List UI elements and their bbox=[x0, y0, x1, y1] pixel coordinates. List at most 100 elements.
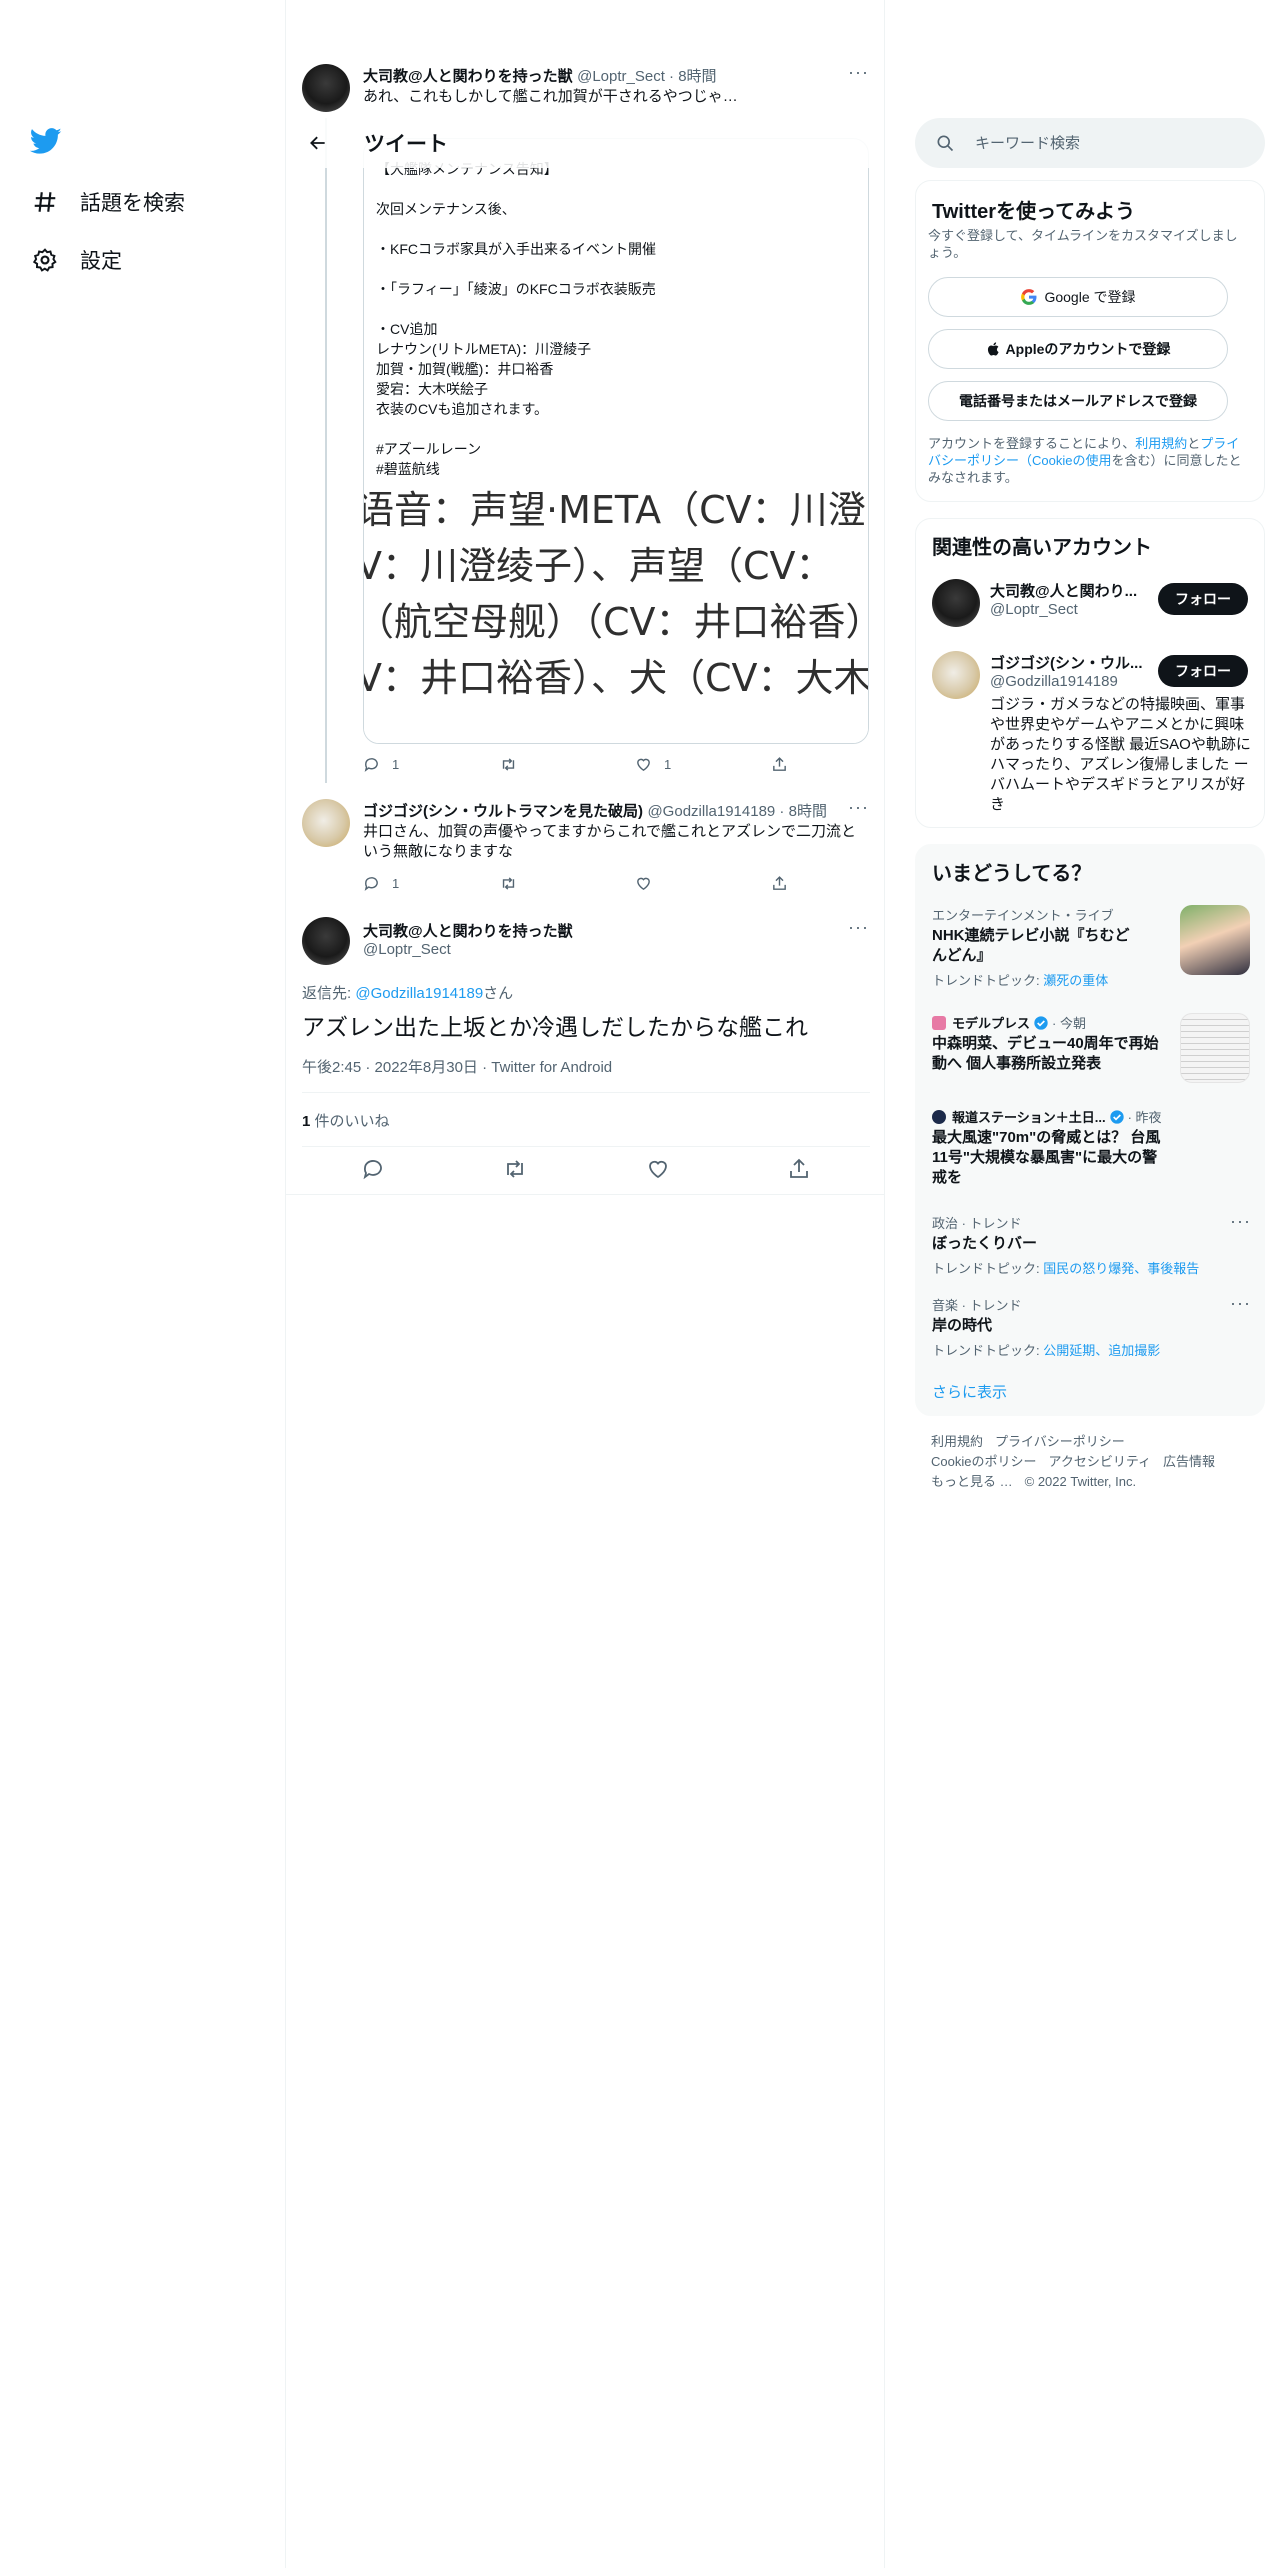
reply-button[interactable]: 1 bbox=[363, 875, 499, 892]
more-icon[interactable]: ··· bbox=[848, 62, 869, 83]
related-name[interactable]: 大司教@人と関わり... bbox=[990, 580, 1137, 601]
trend-topic: トレンドトピック: 瀬死の重体 bbox=[932, 970, 1142, 989]
trend-source-line: 報道ステーション＋土日... · 昨夜 bbox=[932, 1107, 1172, 1126]
likes-summary[interactable]: 1 件のいいね bbox=[302, 1110, 390, 1131]
search-box[interactable] bbox=[915, 118, 1265, 168]
trend-topic: トレンドトピック: 公開延期、追加撮影 bbox=[932, 1340, 1250, 1359]
parent-tweet-actions: 1 1 bbox=[363, 756, 811, 773]
trend-thumbnail[interactable] bbox=[1180, 1013, 1250, 1083]
trend-name: 最大風速"70m"の脅威とは？ 台風11号"大規模な暴風害"に最大の警戒を bbox=[932, 1129, 1161, 1186]
footer-link[interactable]: もっと見る … bbox=[931, 1474, 1013, 1489]
search-input[interactable] bbox=[975, 134, 1245, 152]
heart-icon bbox=[637, 877, 650, 891]
reply-author-name[interactable]: ゴジゴジ(シン・ウルトラマンを見た破局) bbox=[363, 803, 643, 820]
reply-button[interactable] bbox=[361, 1157, 385, 1186]
footer-link[interactable]: 広告情報 bbox=[1163, 1454, 1215, 1469]
trend-name: NHK連続テレビ小説『ちむどんどん』 bbox=[932, 927, 1130, 964]
nav-settings-label: 設定 bbox=[80, 250, 122, 273]
trend-time: · 今朝 bbox=[1052, 1016, 1086, 1031]
more-icon[interactable]: ··· bbox=[1230, 1211, 1251, 1232]
more-icon[interactable]: ··· bbox=[848, 797, 869, 818]
footer-link[interactable]: Cookieのポリシー bbox=[931, 1454, 1036, 1469]
footer-link[interactable]: アクセシビリティ bbox=[1048, 1454, 1151, 1469]
image-text-line: V：井口裕香）、犬（CV：大木 bbox=[364, 656, 869, 700]
related-name[interactable]: ゴジゴジ(シン・ウル... bbox=[990, 652, 1143, 673]
quoted-card-image[interactable]: 语音：声望·META（CV：川澄 V：川澄绫子）、声望（CV： （航空母舰）（C… bbox=[364, 479, 869, 743]
phone-email-signup-button[interactable]: 電話番号またはメールアドレスで登録 bbox=[928, 381, 1228, 421]
google-icon bbox=[1021, 289, 1037, 305]
share-button[interactable] bbox=[787, 1157, 811, 1186]
retweet-button[interactable] bbox=[499, 756, 635, 773]
reply-count: 1 bbox=[392, 757, 400, 772]
like-button[interactable] bbox=[646, 1157, 670, 1186]
trend-item[interactable]: 報道ステーション＋土日... · 昨夜 最大風速"70m"の脅威とは？ 台風11… bbox=[932, 1107, 1172, 1188]
trend-item[interactable]: 政治 · トレンド ぼったくりバー トレンドトピック: 国民の怒り爆発、事後報告 bbox=[932, 1213, 1250, 1277]
trend-thumbnail[interactable] bbox=[1180, 905, 1250, 975]
trends-panel: いまどうしてる？ エンターテインメント・ライブ NHK連続テレビ小説『ちむどんど… bbox=[915, 844, 1265, 1416]
avatar[interactable] bbox=[932, 651, 980, 699]
page-title: ツイート bbox=[364, 133, 448, 156]
nav-explore[interactable]: 話題を検索 bbox=[30, 182, 185, 222]
more-icon[interactable]: ··· bbox=[848, 917, 869, 938]
trend-topic-prefix: トレンドトピック: bbox=[932, 973, 1044, 988]
retweet-icon bbox=[502, 758, 515, 771]
phone-email-signup-label: 電話番号またはメールアドレスで登録 bbox=[959, 393, 1197, 409]
trend-category: 音楽 · トレンド bbox=[932, 1298, 1022, 1313]
avatar[interactable] bbox=[932, 579, 980, 627]
signup-title: Twitterを使ってみよう bbox=[932, 201, 1136, 223]
reply-button[interactable]: 1 bbox=[363, 756, 499, 773]
related-handle: @Loptr_Sect bbox=[990, 601, 1078, 618]
like-button[interactable]: 1 bbox=[635, 756, 771, 773]
trend-item[interactable]: モデルプレス · 今朝 中森明菜、デビュー40周年で再始動へ 個人事務所設立発表 bbox=[932, 1013, 1172, 1074]
like-button[interactable] bbox=[635, 875, 771, 892]
avatar[interactable] bbox=[302, 917, 350, 965]
trend-topic-link[interactable]: 公開延期、追加撮影 bbox=[1043, 1343, 1160, 1358]
image-text-line: V：川澄绫子）、声望（CV： bbox=[364, 544, 834, 588]
tweet-detail-column: 大司教@人と関わりを持った獣 @Loptr_Sect · 8時間 ··· あれ、… bbox=[285, 0, 885, 2568]
trend-topic-prefix: トレンドトピック: bbox=[932, 1343, 1044, 1358]
reply-icon bbox=[364, 758, 378, 772]
show-more-link[interactable]: さらに表示 bbox=[932, 1381, 1007, 1402]
trend-topic-link[interactable]: 国民の怒り爆発、事後報告 bbox=[1043, 1261, 1199, 1276]
terms-link[interactable]: 利用規約 bbox=[1135, 436, 1187, 451]
verified-badge-icon bbox=[1034, 1015, 1048, 1030]
share-button[interactable] bbox=[771, 756, 811, 773]
nav-explore-label: 話題を検索 bbox=[80, 192, 185, 215]
nav-settings[interactable]: 設定 bbox=[30, 240, 122, 280]
parent-author-name[interactable]: 大司教@人と関わりを持った獣 bbox=[363, 68, 573, 85]
reply-icon bbox=[363, 1160, 382, 1180]
main-author-name[interactable]: 大司教@人と関わりを持った獣 bbox=[363, 920, 573, 941]
follow-button[interactable]: フォロー bbox=[1158, 655, 1248, 687]
share-icon bbox=[773, 757, 786, 771]
related-bio: ゴジラ・ガメラなどの特撮映画、軍事や世界史やゲームやアニメとかに興味があったりす… bbox=[990, 696, 1251, 813]
trend-topic-link[interactable]: 瀬死の重体 bbox=[1043, 973, 1108, 988]
follow-button[interactable]: フォロー bbox=[1158, 583, 1248, 615]
terms-and: と bbox=[1187, 436, 1201, 451]
twitter-logo-icon[interactable] bbox=[29, 125, 66, 161]
retweet-button[interactable] bbox=[502, 1157, 528, 1186]
avatar[interactable] bbox=[302, 64, 350, 112]
main-tweet-timestamp[interactable]: 午後2:45 · 2022年8月30日 · Twitter for Androi… bbox=[302, 1056, 612, 1077]
avatar[interactable] bbox=[302, 799, 350, 847]
trend-item[interactable]: 音楽 · トレンド 岸の時代 トレンドトピック: 公開延期、追加撮影 bbox=[932, 1295, 1250, 1359]
reply-to-link[interactable]: @Godzilla1914189 bbox=[355, 985, 483, 1002]
trend-item[interactable]: エンターテインメント・ライブ NHK連続テレビ小説『ちむどんどん』 トレンドトピ… bbox=[932, 905, 1142, 989]
reply-count: 1 bbox=[392, 876, 400, 891]
google-signup-button[interactable]: Google で登録 bbox=[928, 277, 1228, 317]
apple-signup-button[interactable]: Appleのアカウントで登録 bbox=[928, 329, 1228, 369]
terms-prefix: アカウントを登録することにより、 bbox=[928, 436, 1136, 451]
back-arrow-icon[interactable] bbox=[300, 125, 336, 161]
reply-icon bbox=[364, 877, 378, 891]
related-title: 関連性の高いアカウント bbox=[932, 537, 1152, 559]
reply-author-meta: @Godzilla1914189 · 8時間 bbox=[647, 803, 827, 820]
footer-link[interactable]: 利用規約 bbox=[931, 1434, 983, 1449]
main-author-handle[interactable]: @Loptr_Sect bbox=[363, 941, 451, 958]
quoted-card[interactable]: 【大艦隊メンテナンス告知】 次回メンテナンス後、 ・KFCコラボ家具が入手出来る… bbox=[363, 138, 869, 744]
related-handle: @Godzilla1914189 bbox=[990, 673, 1118, 690]
share-button[interactable] bbox=[771, 875, 811, 892]
footer-link[interactable]: プライバシーポリシー bbox=[995, 1434, 1125, 1449]
more-icon[interactable]: ··· bbox=[1230, 1293, 1251, 1314]
hash-icon bbox=[30, 187, 60, 217]
retweet-button[interactable] bbox=[499, 875, 635, 892]
retweet-icon bbox=[502, 877, 515, 890]
